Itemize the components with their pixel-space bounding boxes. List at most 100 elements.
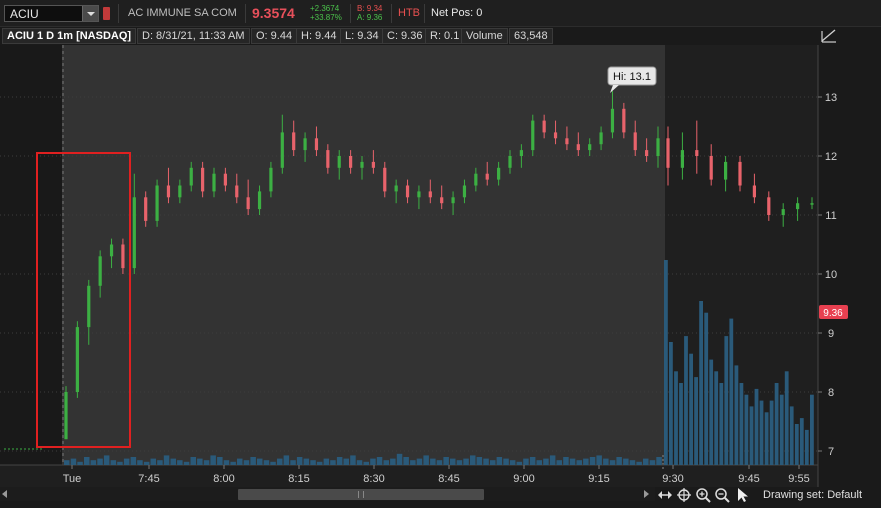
candle-body [576, 144, 580, 151]
scroll-left-arrow[interactable] [2, 490, 7, 498]
price-axis: 7 8 9 10 11 12 13 [818, 92, 837, 458]
htb-badge: HTB [398, 7, 420, 19]
candle-body [201, 167, 205, 192]
volume-bar [177, 460, 183, 465]
candle-body [724, 161, 728, 180]
volume-bar [423, 455, 429, 465]
volume-bar [623, 458, 629, 465]
cursor-icon[interactable] [735, 487, 751, 503]
candle-body [314, 138, 319, 151]
candle-body [508, 156, 512, 168]
volume-bar [476, 457, 483, 465]
volume-bar [157, 460, 163, 465]
volume-bar [556, 460, 562, 465]
zoom-in-icon[interactable] [695, 487, 711, 503]
chevron-down-icon[interactable] [82, 6, 98, 21]
candle-body [292, 132, 296, 151]
volume-bar [370, 458, 376, 465]
volume-bar [376, 457, 383, 465]
volume-bar [463, 458, 469, 465]
volume-bar [709, 359, 714, 465]
volume-bar [223, 460, 230, 465]
volume-bar [483, 458, 489, 465]
scroll-right-arrow[interactable] [644, 490, 649, 498]
chart-title[interactable]: ACIU 1 D 1m [NASDAQ] [2, 28, 137, 44]
candle-body [212, 173, 216, 192]
volume-bar [804, 429, 809, 465]
candle-body [246, 197, 250, 210]
candle-body [462, 185, 467, 198]
candle-body [155, 185, 159, 221]
candle-up [75, 321, 79, 398]
symbol-selector[interactable]: ACIU [4, 5, 99, 22]
volume-bar [774, 383, 779, 465]
divider [391, 4, 392, 23]
price-tick-label: 10 [825, 269, 837, 281]
volume-bar [396, 453, 403, 465]
candle-body [360, 161, 364, 168]
volume-bar [270, 461, 276, 465]
price-chart[interactable]: 7 8 9 10 11 12 13 Tue 7:45 8:00 8:15 8:30 8:45 9:00 9… [0, 45, 881, 487]
volume-bar [103, 455, 110, 465]
candle-body [349, 156, 353, 168]
volume-bar [210, 455, 216, 465]
scroll-thumb[interactable] [238, 489, 484, 500]
candle-body [440, 197, 444, 204]
candle-body [428, 191, 432, 198]
link-color-icon[interactable] [103, 7, 110, 20]
volume-bar [739, 383, 744, 465]
candle-body [223, 173, 227, 186]
volume-bar [576, 460, 582, 465]
volume-bar [230, 461, 236, 465]
crosshair-icon[interactable] [676, 487, 692, 503]
time-tick-label: 9:55 [788, 473, 809, 485]
volume-bar [110, 460, 117, 465]
volume-bar [277, 458, 283, 465]
volume-bar [130, 457, 137, 465]
volume-bar [123, 458, 130, 465]
volume-bar [64, 460, 70, 465]
candle-body [280, 132, 284, 168]
volume-bar [664, 260, 668, 465]
ask-price: A: 9.36 [357, 13, 383, 22]
symbol-text[interactable]: ACIU [10, 7, 39, 21]
volume-bar [296, 457, 303, 465]
pan-horizontal-icon[interactable] [657, 487, 673, 503]
volume-bar [450, 458, 456, 465]
volume-bar [549, 455, 556, 465]
drawing-tool-icon[interactable] [820, 28, 838, 44]
volume-bar [769, 400, 774, 465]
hi-label: Hi: 13.1 [613, 71, 651, 83]
candle-body [109, 244, 114, 257]
volume-bar [330, 460, 336, 465]
time-tick-label: 7:45 [138, 473, 159, 485]
candle-body [656, 138, 660, 156]
time-scrollbar[interactable] [0, 487, 655, 501]
divider [424, 4, 425, 23]
candle-body [531, 120, 535, 151]
candle-body [121, 244, 125, 269]
candle-body [680, 150, 684, 168]
volume-bar [310, 460, 316, 465]
candle-body [633, 132, 637, 151]
bar-open: O: 9.44 [251, 28, 298, 44]
volume-bar [410, 460, 416, 465]
volume-bar [323, 458, 330, 465]
candle-body [166, 185, 171, 198]
bid-price: B: 9.34 [357, 4, 383, 13]
drawing-set-label[interactable]: Drawing set: Default [763, 489, 862, 501]
volume-bar [336, 457, 343, 465]
volume-bar [303, 458, 310, 465]
volume-bar [197, 458, 203, 465]
volume-bar [496, 457, 503, 465]
volume-bar [749, 406, 754, 465]
volume-bar [779, 394, 784, 465]
volume-bar [343, 458, 349, 465]
volume-bar [363, 461, 369, 465]
volume-bar [516, 461, 523, 465]
candle-body [405, 185, 410, 198]
volume-bar [443, 457, 449, 465]
volume-bar [699, 301, 703, 465]
zoom-out-icon[interactable] [714, 487, 730, 503]
net-position: Net Pos: 0 [431, 7, 483, 19]
